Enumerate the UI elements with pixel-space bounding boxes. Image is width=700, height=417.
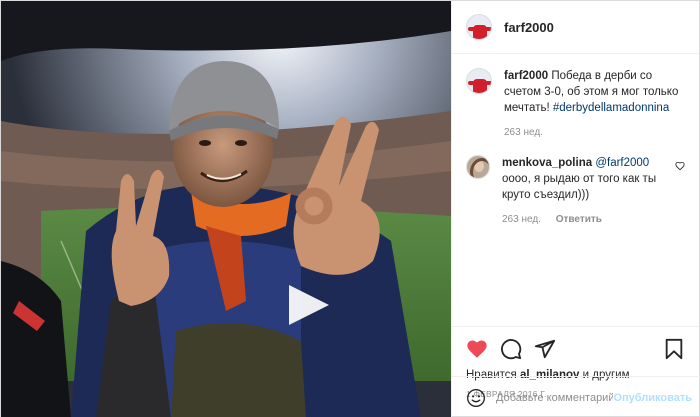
caption-avatar[interactable] bbox=[466, 68, 492, 94]
comment-mention[interactable]: @farf2000 bbox=[595, 157, 649, 169]
heart-icon[interactable] bbox=[466, 338, 488, 360]
add-comment-bar: Опубликовать bbox=[452, 376, 700, 417]
comment-time[interactable]: 263 нед. bbox=[502, 214, 541, 225]
caption-hashtag[interactable]: #derbydellamadonnina bbox=[553, 102, 669, 114]
comments-list: farf2000 Победа в дерби со счетом 3-0, о… bbox=[452, 54, 699, 326]
stadium-selfie-image bbox=[1, 1, 451, 417]
comment-icon[interactable] bbox=[500, 338, 522, 360]
post-header: farf2000 bbox=[452, 1, 699, 54]
comment-input[interactable] bbox=[496, 391, 614, 404]
commenter-avatar[interactable] bbox=[466, 155, 490, 179]
publish-button[interactable]: Опубликовать bbox=[613, 392, 692, 404]
bookmark-icon[interactable] bbox=[663, 338, 685, 360]
comment-text: оооо, я рыдаю от того как ты круто съезд… bbox=[502, 173, 657, 201]
author-avatar[interactable] bbox=[466, 14, 492, 40]
comment-username[interactable]: menkova_polina bbox=[502, 157, 592, 169]
author-username[interactable]: farf2000 bbox=[504, 20, 554, 35]
caption: farf2000 Победа в дерби со счетом 3-0, о… bbox=[466, 68, 685, 141]
caption-time[interactable]: 263 нед. bbox=[504, 127, 543, 138]
share-icon[interactable] bbox=[534, 338, 556, 360]
comment-item: menkova_polina @farf2000 оооо, я рыдаю о… bbox=[466, 155, 685, 228]
reply-button[interactable]: Ответить bbox=[556, 214, 602, 225]
emoji-icon[interactable] bbox=[466, 388, 486, 408]
comment-like-icon[interactable] bbox=[675, 161, 685, 171]
instagram-post: farf2000 farf2000 Победа в дерби со счет… bbox=[0, 0, 700, 417]
post-sidebar: farf2000 farf2000 Победа в дерби со счет… bbox=[451, 1, 700, 417]
caption-username[interactable]: farf2000 bbox=[504, 70, 548, 82]
post-photo[interactable] bbox=[1, 1, 451, 417]
